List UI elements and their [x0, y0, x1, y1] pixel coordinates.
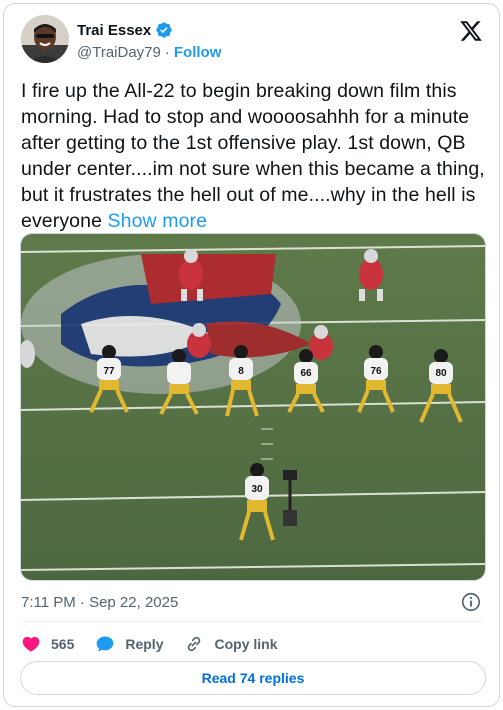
x-logo-icon[interactable]: [459, 19, 483, 43]
author-handle[interactable]: @TraiDay79: [77, 44, 161, 61]
copy-link-button[interactable]: Copy link: [184, 634, 278, 654]
divider: [20, 621, 483, 622]
link-icon: [188, 636, 201, 652]
reply-label: Reply: [125, 636, 164, 652]
tweet-timestamp[interactable]: 7:11 PM · Sep 22, 2025: [21, 594, 178, 611]
read-replies-label: Read 74 replies: [201, 670, 305, 686]
like-count: 565: [51, 636, 75, 652]
tweet-card: Trai Essex @TraiDay79 · Follow I fire up…: [3, 3, 500, 707]
jersey-number: 80: [435, 368, 447, 379]
avatar[interactable]: [21, 15, 69, 63]
jersey-number: 8: [238, 366, 244, 377]
author-display-name[interactable]: Trai Essex: [77, 22, 151, 39]
copy-link-label: Copy link: [214, 636, 278, 652]
tweet-text: I fire up the All-22 to begin breaking d…: [21, 78, 491, 234]
verified-badge-icon: [156, 22, 172, 38]
tweet-media-image[interactable]: 77 8 66 76 80 30: [20, 233, 486, 581]
tweet-actions: 565 Reply Copy link: [21, 632, 299, 656]
jersey-number: 76: [370, 366, 382, 377]
jersey-number: 30: [251, 484, 263, 495]
show-more-link[interactable]: Show more: [108, 210, 208, 232]
heart-icon: [22, 636, 40, 652]
follow-link[interactable]: Follow: [174, 44, 222, 61]
tweet-body: I fire up the All-22 to begin breaking d…: [21, 80, 485, 232]
jersey-number: 77: [103, 366, 115, 377]
jersey-number: 66: [300, 368, 312, 379]
author-name-row: Trai Essex: [77, 21, 173, 39]
author-handle-row: @TraiDay79 · Follow: [77, 44, 221, 61]
like-button[interactable]: 565: [21, 634, 74, 654]
reply-button[interactable]: Reply: [95, 634, 163, 654]
separator-dot: ·: [164, 44, 170, 61]
speech-bubble-icon: [97, 636, 114, 652]
info-icon[interactable]: [460, 591, 482, 613]
read-replies-button[interactable]: Read 74 replies: [20, 661, 486, 695]
football-field-photo: 77 8 66 76 80 30: [21, 234, 485, 580]
